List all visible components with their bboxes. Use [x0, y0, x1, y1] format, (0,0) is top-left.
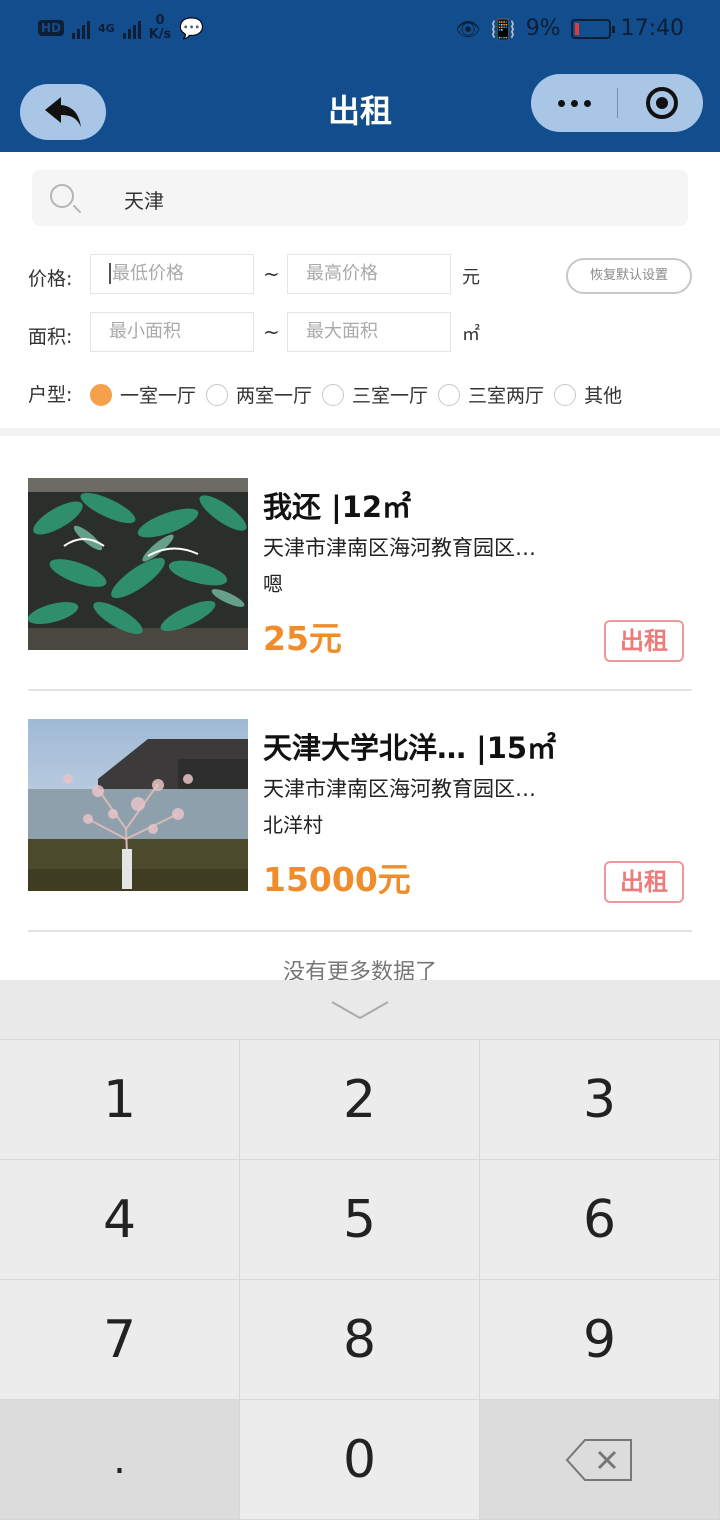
layout-option-label: 两室一厅 [236, 385, 313, 407]
radio-icon [206, 383, 229, 406]
key-8[interactable]: 8 [240, 1280, 480, 1400]
keyboard-top-bar [0, 980, 720, 1040]
price-max-input[interactable]: 最高价格 [287, 254, 451, 294]
key-6[interactable]: 6 [480, 1160, 720, 1280]
layout-label: 户型: [28, 384, 73, 406]
chevron-down-icon[interactable] [330, 998, 390, 1022]
key-9[interactable]: 9 [480, 1280, 720, 1400]
net-speed: 0 K/s [149, 14, 172, 42]
more-button[interactable] [531, 74, 617, 132]
layout-option-label: 三室一厅 [352, 385, 429, 407]
radio-selected-icon [90, 383, 112, 406]
radio-icon [322, 383, 345, 406]
key-backspace[interactable] [480, 1400, 720, 1520]
price-min-input[interactable]: 最低价格 [90, 254, 254, 294]
listing-price: 15000元 [263, 860, 411, 899]
layout-option-1[interactable]: 一室一厅 [90, 381, 196, 408]
key-5[interactable]: 5 [240, 1160, 480, 1280]
net-speed-value: 0 [155, 13, 165, 28]
layout-radio-group: 一室一厅 两室一厅 三室一厅 三室两厅 其他 [90, 381, 632, 408]
listing-note: 嗯 [263, 572, 283, 596]
network-type: 4G [98, 21, 115, 35]
listing-card[interactable]: 天津大学北洋… |15㎡ 天津市津南区海河教育园区… 北洋村 15000元 出租 [28, 719, 692, 931]
area-unit: ㎡ [462, 324, 480, 345]
status-right: 👁 📳 9% 17:40 [455, 16, 684, 41]
message-icon: 💬 [179, 16, 205, 40]
layout-option-label: 一室一厅 [120, 385, 197, 407]
listing-divider [28, 930, 692, 932]
area-label: 面积: [28, 326, 73, 348]
listing-address: 天津市津南区海河教育园区… [263, 536, 536, 560]
price-label: 价格: [28, 268, 73, 290]
capsule-divider [617, 88, 618, 118]
radio-icon [438, 383, 461, 406]
status-left: HD 4G 0 K/s 💬 [38, 14, 204, 42]
listing-note: 北洋村 [263, 813, 323, 837]
layout-option-label: 其他 [584, 385, 623, 407]
close-target-button[interactable] [646, 87, 678, 119]
area-max-input[interactable]: 最大面积 [287, 312, 451, 352]
battery-icon [570, 18, 615, 39]
key-0[interactable]: 0 [240, 1400, 480, 1520]
key-4[interactable]: 4 [0, 1160, 240, 1280]
area-min-input[interactable]: 最小面积 [90, 312, 254, 352]
key-7[interactable]: 7 [0, 1280, 240, 1400]
search-input[interactable]: 天津 [124, 185, 164, 214]
key-3[interactable]: 3 [480, 1040, 720, 1160]
price-min-placeholder: 最低价格 [112, 263, 184, 284]
listing-price: 25元 [263, 619, 342, 658]
price-unit: 元 [462, 267, 480, 288]
net-speed-unit: K/s [148, 27, 172, 42]
signal-icon-2 [122, 17, 141, 39]
listing-tag: 出租 [604, 620, 684, 662]
app-header: HD 4G 0 K/s 💬 👁 📳 9% 17:40 出租 [0, 0, 720, 152]
layout-option-3[interactable]: 三室一厅 [322, 381, 428, 408]
signal-icon [72, 17, 91, 39]
area-range-sep: ~ [263, 320, 280, 344]
listing-card[interactable]: 我还 |12㎡ 天津市津南区海河教育园区… 嗯 25元 出租 [28, 478, 692, 690]
listing-address: 天津市津南区海河教育园区… [263, 777, 536, 801]
vibrate-icon: 📳 [490, 16, 516, 41]
search-bar[interactable]: 天津 [32, 170, 688, 226]
radio-icon [554, 383, 577, 406]
listing-title: 天津大学北洋… |15㎡ [263, 731, 557, 765]
status-bar: HD 4G 0 K/s 💬 👁 📳 9% 17:40 [0, 0, 720, 62]
mini-program-capsule [531, 74, 703, 132]
layout-option-2[interactable]: 两室一厅 [206, 381, 312, 408]
listing-divider [28, 689, 692, 691]
eye-icon: 👁 [455, 16, 481, 41]
backspace-icon [565, 1438, 632, 1481]
key-1[interactable]: 1 [0, 1040, 240, 1160]
layout-option-label: 三室两厅 [468, 385, 545, 407]
search-icon [50, 184, 74, 208]
layout-option-4[interactable]: 三室两厅 [438, 381, 544, 408]
battery-percent: 9% [525, 16, 561, 41]
price-range-sep: ~ [263, 262, 280, 286]
key-decimal[interactable]: . [0, 1400, 240, 1520]
listing-photo [28, 478, 248, 650]
section-divider [0, 428, 720, 436]
listing-photo [28, 719, 248, 891]
listing-title: 我还 |12㎡ [263, 490, 412, 524]
layout-option-5[interactable]: 其他 [554, 381, 622, 408]
numeric-keyboard: 1 2 3 4 5 6 7 8 9 . 0 [0, 980, 720, 1520]
clock: 17:40 [620, 16, 684, 41]
hd-badge: HD [38, 20, 65, 36]
reset-defaults-button[interactable]: 恢复默认设置 [566, 258, 692, 294]
listing-tag: 出租 [604, 861, 684, 903]
key-2[interactable]: 2 [240, 1040, 480, 1160]
